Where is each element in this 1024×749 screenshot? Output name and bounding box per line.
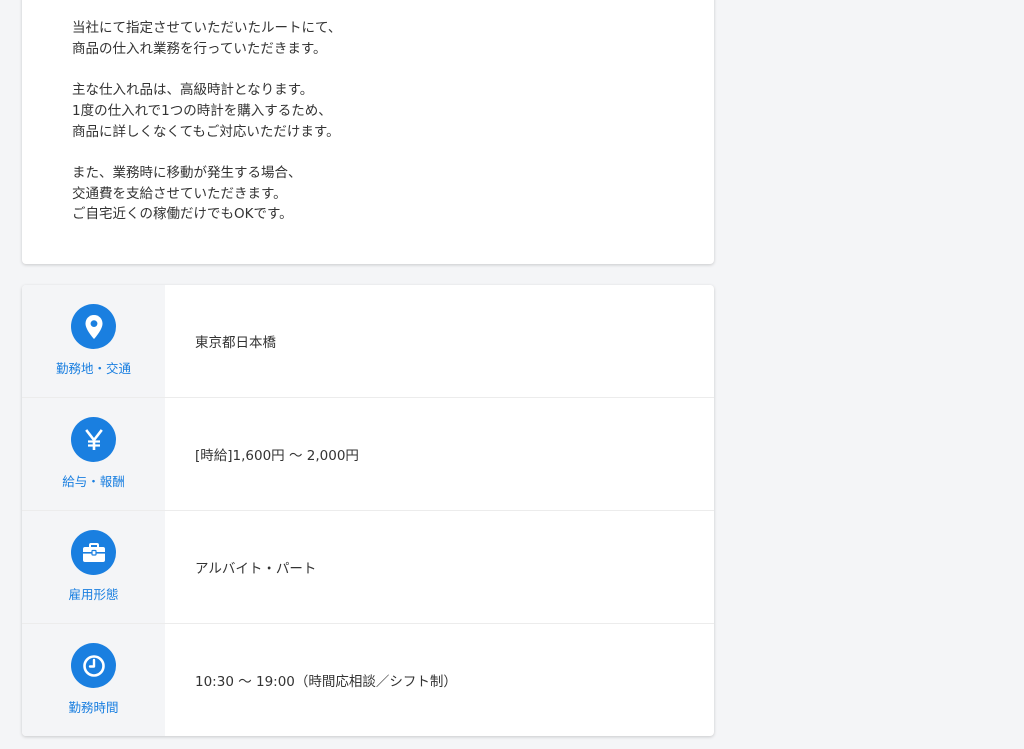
description-paragraph: また、業務時に移動が発生する場合、 交通費を支給させていただきます。 ご自宅近く…	[72, 163, 341, 225]
description-line: また、業務時に移動が発生する場合、	[72, 164, 302, 181]
clock-icon	[71, 643, 116, 688]
briefcase-icon	[71, 530, 116, 575]
job-info-card: 勤務地・交通 東京都日本橋 給与・報酬 [時給]1,600円 〜 2,000円	[22, 285, 714, 736]
info-row-location: 勤務地・交通 東京都日本橋	[22, 285, 714, 398]
info-value: [時給]1,600円 〜 2,000円	[195, 448, 359, 464]
description-line: 商品の仕入れ業務を行っていただきます。	[72, 40, 327, 57]
info-value: 10:30 〜 19:00（時間応相談／シフト制）	[195, 674, 457, 690]
info-label: 雇用形態	[68, 587, 119, 602]
description-paragraph: 主な仕入れ品は、高級時計となります。 1度の仕入れで1つの時計を購入するため、 …	[72, 80, 341, 142]
info-row-working-hours: 勤務時間 10:30 〜 19:00（時間応相談／シフト制）	[22, 624, 714, 736]
job-description-text: 当社にて指定させていただいたルートにて、 商品の仕入れ業務を行っていただきます。…	[72, 18, 341, 225]
job-description-card: 当社にて指定させていただいたルートにて、 商品の仕入れ業務を行っていただきます。…	[22, 0, 714, 264]
description-line: 主な仕入れ品は、高級時計となります。	[72, 82, 314, 99]
info-label: 勤務地・交通	[55, 361, 131, 376]
map-pin-icon	[71, 304, 116, 349]
yen-icon	[71, 417, 116, 462]
description-line: 交通費を支給させていただきます。	[72, 185, 287, 202]
info-row-salary: 給与・報酬 [時給]1,600円 〜 2,000円	[22, 398, 714, 511]
info-row-employment-type: 雇用形態 アルバイト・パート	[22, 511, 714, 624]
info-label: 給与・報酬	[62, 474, 125, 489]
info-value: アルバイト・パート	[195, 561, 317, 577]
description-line: 当社にて指定させていただいたルートにて、	[72, 20, 342, 36]
info-label-cell: 勤務地・交通	[22, 285, 165, 397]
description-paragraph: 当社にて指定させていただいたルートにて、 商品の仕入れ業務を行っていただきます。	[72, 18, 341, 59]
description-line: 商品に詳しくなくてもご対応いただけます。	[72, 123, 340, 140]
description-line: 1度の仕入れで1つの時計を購入するため、	[72, 102, 332, 119]
info-value: 東京都日本橋	[195, 335, 276, 351]
info-label-cell: 雇用形態	[22, 511, 165, 623]
job-detail-page: 当社にて指定させていただいたルートにて、 商品の仕入れ業務を行っていただきます。…	[0, 0, 1024, 749]
info-label: 勤務時間	[68, 700, 119, 715]
info-label-cell: 給与・報酬	[22, 398, 165, 510]
info-label-cell: 勤務時間	[22, 624, 165, 736]
description-line: ご自宅近くの稼働だけでもOKです。	[72, 206, 293, 223]
